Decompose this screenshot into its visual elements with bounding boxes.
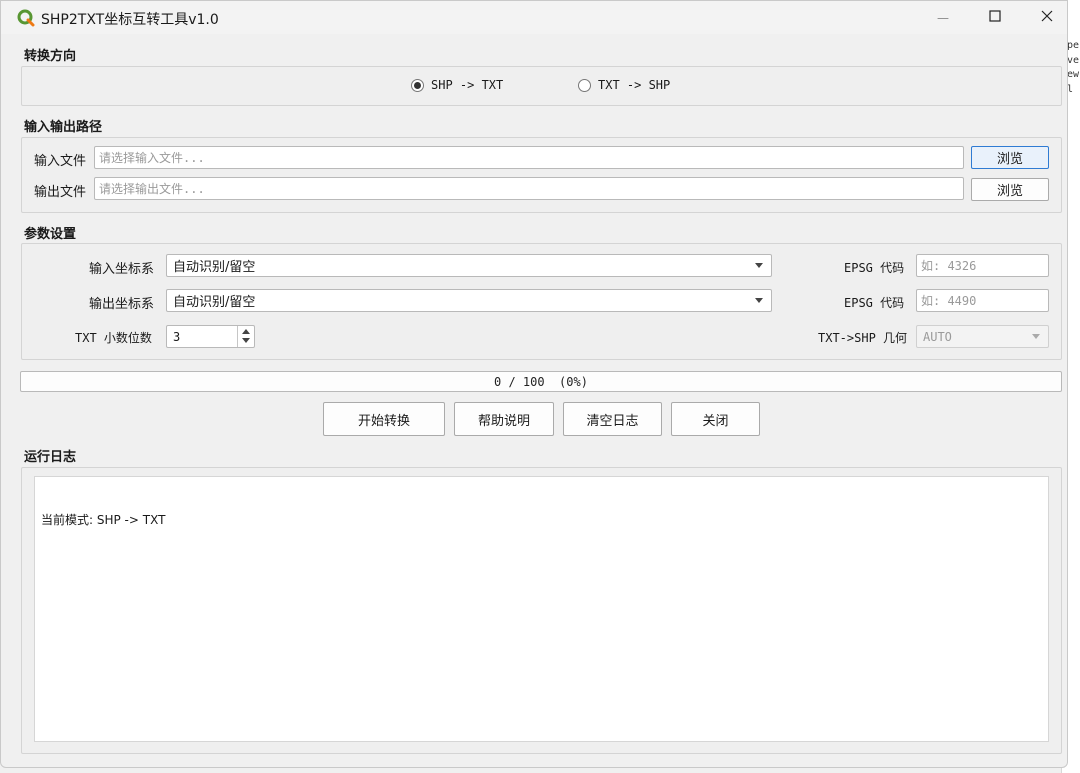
input-browse-button[interactable]: 浏览 <box>971 146 1049 169</box>
clear-log-button[interactable]: 清空日志 <box>563 402 662 436</box>
paths-groupbox: 输入文件 浏览 输出文件 浏览 <box>21 137 1062 213</box>
log-section-title: 运行日志 <box>24 450 77 465</box>
direction-section-title: 转换方向 <box>24 49 77 64</box>
radio-label: SHP -> TXT <box>431 78 504 92</box>
paths-section-title: 输入输出路径 <box>24 120 103 135</box>
radio-txt-to-shp[interactable]: TXT -> SHP <box>578 78 670 92</box>
decimals-value: 3 <box>173 329 181 344</box>
input-epsg-label: EPSG 代码 <box>844 261 905 275</box>
close-button[interactable]: 关闭 <box>671 402 760 436</box>
decimals-spinbox[interactable]: 3 <box>166 325 255 348</box>
chevron-down-icon <box>755 263 763 268</box>
params-groupbox: 输入坐标系 自动识别/留空 EPSG 代码 输出坐标系 自动识别/留空 EPSG… <box>21 243 1062 360</box>
input-crs-value: 自动识别/留空 <box>173 260 256 275</box>
input-crs-label: 输入坐标系 <box>89 262 155 277</box>
radio-shp-to-txt[interactable]: SHP -> TXT <box>411 78 503 92</box>
maximize-button[interactable] <box>969 1 1021 34</box>
desktop-text-fragment: ew <box>1067 69 1080 80</box>
minimize-icon: — <box>937 10 949 25</box>
decimals-label: TXT 小数位数 <box>75 331 152 345</box>
radio-label: TXT -> SHP <box>598 78 671 92</box>
output-file-field[interactable] <box>94 177 964 200</box>
progress-bar: 0 / 100 (0%) <box>20 371 1062 392</box>
spin-buttons[interactable] <box>237 326 254 347</box>
close-window-button[interactable] <box>1021 1 1073 34</box>
help-button[interactable]: 帮助说明 <box>454 402 554 436</box>
desktop-text-fragment: pe <box>1067 40 1080 51</box>
start-convert-button[interactable]: 开始转换 <box>323 402 445 436</box>
chevron-down-icon <box>1032 334 1040 339</box>
chevron-down-icon <box>242 338 250 343</box>
output-crs-select[interactable]: 自动识别/留空 <box>166 289 772 312</box>
output-browse-button[interactable]: 浏览 <box>971 178 1049 201</box>
geometry-value: AUTO <box>923 329 952 344</box>
desktop-text-fragment: ve <box>1067 55 1080 66</box>
direction-groupbox: SHP -> TXT TXT -> SHP <box>21 66 1062 106</box>
input-crs-select[interactable]: 自动识别/留空 <box>166 254 772 277</box>
progress-text: 0 / 100 (0%) <box>494 374 588 389</box>
params-section-title: 参数设置 <box>24 227 77 242</box>
qgis-logo-icon <box>17 9 35 27</box>
chevron-down-icon <box>755 298 763 303</box>
app-window: SHP2TXT坐标互转工具v1.0 — 转换方向 SHP -> TXT TXT … <box>0 0 1068 768</box>
output-epsg-field[interactable] <box>916 289 1049 312</box>
output-file-label: 输出文件 <box>34 185 87 200</box>
log-text-area[interactable]: 当前模式: SHP -> TXT <box>34 476 1049 742</box>
minimize-button[interactable]: — <box>917 1 969 34</box>
input-file-field[interactable] <box>94 146 964 169</box>
output-crs-label: 输出坐标系 <box>89 297 155 312</box>
radio-checked-icon <box>411 78 424 92</box>
geometry-select[interactable]: AUTO <box>916 325 1049 348</box>
radio-unchecked-icon <box>578 78 591 92</box>
log-line: 当前模式: SHP -> TXT <box>41 513 166 527</box>
output-crs-value: 自动识别/留空 <box>173 295 256 310</box>
input-file-label: 输入文件 <box>34 154 87 169</box>
output-epsg-label: EPSG 代码 <box>844 296 905 310</box>
maximize-icon <box>989 9 1001 26</box>
title-bar[interactable]: SHP2TXT坐标互转工具v1.0 — <box>1 1 1067 34</box>
close-icon <box>1041 10 1053 26</box>
log-groupbox: 当前模式: SHP -> TXT <box>21 467 1062 754</box>
input-epsg-field[interactable] <box>916 254 1049 277</box>
chevron-up-icon <box>242 329 250 334</box>
geometry-label: TXT->SHP 几何 <box>818 331 908 345</box>
window-title: SHP2TXT坐标互转工具v1.0 <box>41 12 219 28</box>
